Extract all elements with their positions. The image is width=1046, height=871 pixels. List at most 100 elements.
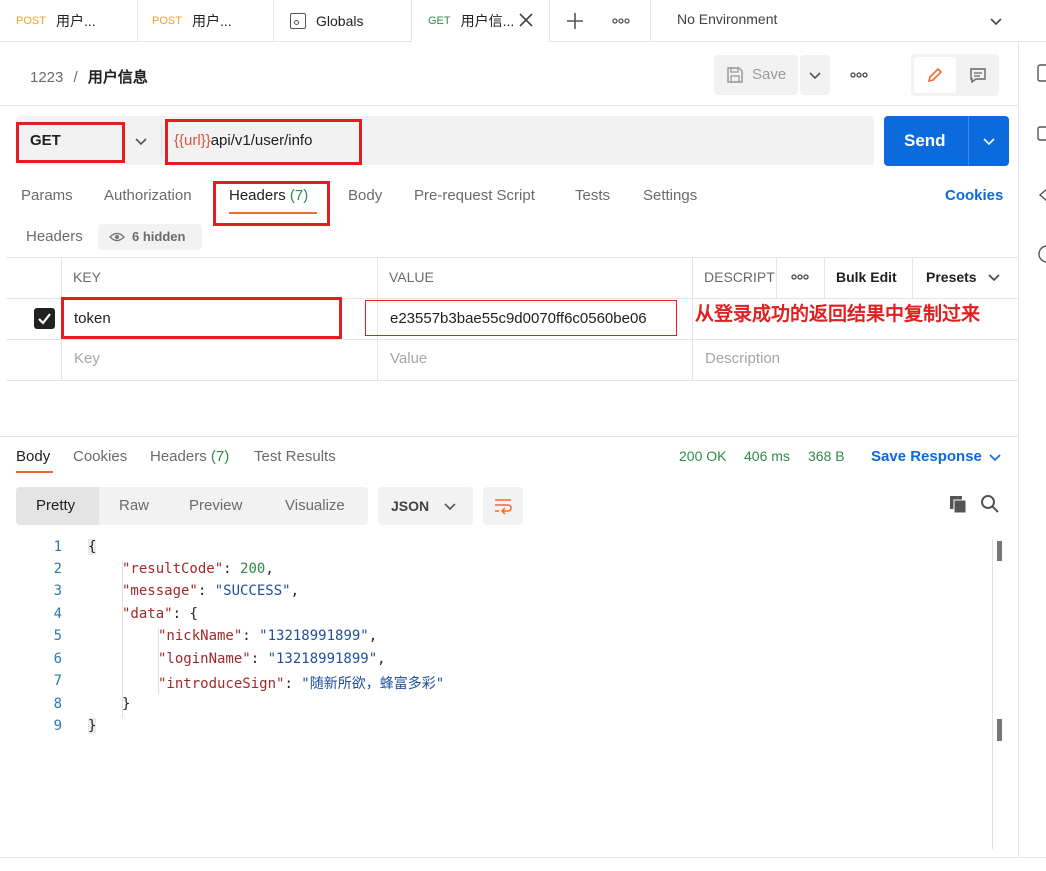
tab-test-results[interactable]: Test Results xyxy=(254,448,336,465)
more-tabs-button[interactable] xyxy=(606,8,636,34)
code-line: 7 "introduceSign": "随新所欲，蜂富多彩" xyxy=(0,673,990,695)
json-string: "SUCCESS" xyxy=(214,583,291,599)
tab-label: Globals xyxy=(316,13,364,29)
hidden-headers-toggle[interactable]: 6 hidden xyxy=(98,224,202,250)
line-number: 5 xyxy=(53,628,62,644)
view-pretty-label: Pretty xyxy=(36,497,76,514)
indent-guide xyxy=(158,628,159,695)
breadcrumb: 1223 / 用户信息 xyxy=(30,66,148,87)
tab-tests[interactable]: Tests xyxy=(575,187,610,204)
info-icon[interactable] xyxy=(1037,244,1046,264)
column-header-description: DESCRIPT xyxy=(704,269,775,285)
code-line: 8 } xyxy=(0,696,990,718)
comments-icon[interactable] xyxy=(1037,126,1046,144)
breadcrumb-collection[interactable]: 1223 xyxy=(30,69,63,86)
code-line: 5 "nickName": "13218991899", xyxy=(0,628,990,650)
close-icon[interactable] xyxy=(516,10,536,30)
wrap-lines-button[interactable] xyxy=(483,487,523,525)
comment-icon xyxy=(970,68,986,84)
bulk-edit-button[interactable]: Bulk Edit xyxy=(836,269,897,285)
new-key-input[interactable]: Key xyxy=(74,350,100,367)
scrollbar-marker xyxy=(997,719,1002,741)
view-visualize-button[interactable]: Visualize xyxy=(285,497,345,514)
tab-params[interactable]: Params xyxy=(21,187,73,204)
column-options-button[interactable] xyxy=(786,264,814,290)
highlight-method xyxy=(16,122,125,163)
header-enabled-checkbox[interactable] xyxy=(34,308,55,329)
scrollbar-track[interactable] xyxy=(992,539,993,849)
code-line: 2 "resultCode": 200, xyxy=(0,561,990,583)
new-value-input[interactable]: Value xyxy=(390,350,427,367)
search-icon[interactable] xyxy=(979,493,1001,515)
tab-method: POST xyxy=(152,15,182,27)
divider xyxy=(161,124,162,157)
presets-dropdown[interactable]: Presets xyxy=(926,266,1006,290)
line-number: 4 xyxy=(53,606,62,622)
tab-label: 用户... xyxy=(55,13,96,29)
status-code[interactable]: 200 OK xyxy=(679,448,726,464)
save-options-button[interactable] xyxy=(800,55,830,95)
page-title[interactable]: 用户信息 xyxy=(88,69,148,86)
code-line: 1 { xyxy=(0,539,990,561)
plus-icon xyxy=(567,13,583,29)
breadcrumb-separator: / xyxy=(73,69,78,86)
new-tab-button[interactable] xyxy=(560,8,590,34)
send-button[interactable]: Send xyxy=(884,116,1009,166)
code-line: 9 } xyxy=(0,718,990,740)
format-select[interactable]: JSON xyxy=(378,487,473,525)
tab-request-active[interactable]: GET 用户信... xyxy=(412,0,550,43)
response-time[interactable]: 406 ms xyxy=(744,448,790,464)
json-key: "loginName" xyxy=(158,651,251,667)
code-line: 4 "data": { xyxy=(0,606,990,628)
environment-select[interactable]: No Environment xyxy=(651,0,1018,42)
comment-mode-button[interactable] xyxy=(958,57,998,93)
documentation-icon[interactable] xyxy=(1037,64,1046,82)
view-pretty-button[interactable]: Pretty xyxy=(16,487,99,525)
tab-response-cookies[interactable]: Cookies xyxy=(73,448,127,465)
tab-globals[interactable]: Globals xyxy=(274,0,412,42)
divider xyxy=(968,116,969,166)
json-key: "message" xyxy=(122,583,198,599)
edit-mode-button[interactable] xyxy=(914,57,956,93)
code-line: 3 "message": "SUCCESS", xyxy=(0,583,990,605)
tab-response-headers[interactable]: Headers (7) xyxy=(150,448,229,465)
new-description-input[interactable]: Description xyxy=(705,350,780,367)
response-size[interactable]: 368 B xyxy=(808,448,845,464)
tab-authorization[interactable]: Authorization xyxy=(104,187,192,204)
tab-response-body[interactable]: Body xyxy=(16,448,50,465)
wrap-icon xyxy=(495,499,512,515)
cookies-link[interactable]: Cookies xyxy=(945,187,1003,204)
save-response-dropdown[interactable]: Save Response xyxy=(871,446,1011,470)
response-body-editor[interactable]: 1 { 2 "resultCode": 200, 3 "message": "S… xyxy=(0,539,1018,849)
tab-body[interactable]: Body xyxy=(348,187,382,204)
tab-prerequest[interactable]: Pre-request Script xyxy=(414,187,535,204)
view-preview-button[interactable]: Preview xyxy=(189,497,242,514)
json-key: "introduceSign" xyxy=(158,676,285,692)
line-number: 9 xyxy=(53,718,62,734)
view-raw-button[interactable]: Raw xyxy=(119,497,149,514)
copy-icon[interactable] xyxy=(947,493,969,515)
view-mode-group: Pretty Raw Preview Visualize xyxy=(16,487,368,525)
column-header-key: KEY xyxy=(73,269,102,285)
chevron-down-icon[interactable] xyxy=(980,132,998,150)
hidden-count: 6 hidden xyxy=(132,229,186,244)
chevron-down-icon xyxy=(444,503,456,511)
save-button[interactable]: Save xyxy=(714,55,798,95)
code-icon[interactable] xyxy=(1037,186,1046,204)
chevron-down-icon xyxy=(135,138,147,146)
tab-request-2[interactable]: POST 用户... xyxy=(136,0,274,42)
view-toggle xyxy=(911,54,999,96)
chevron-down-icon xyxy=(989,454,1001,462)
indent-guide xyxy=(122,561,123,718)
ellipsis-icon xyxy=(850,72,868,78)
annotation-text: 从登录成功的返回结果中复制过来 xyxy=(695,304,981,325)
json-key: "data" xyxy=(122,606,173,622)
line-number: 2 xyxy=(53,561,62,577)
tab-settings[interactable]: Settings xyxy=(643,187,697,204)
more-actions-button[interactable] xyxy=(844,62,874,88)
json-number: 200 xyxy=(240,561,266,577)
line-number: 1 xyxy=(53,539,62,555)
tab-response-headers-count: (7) xyxy=(210,448,230,465)
right-sidebar xyxy=(1018,42,1046,857)
tab-request-1[interactable]: POST 用户... xyxy=(0,0,138,42)
